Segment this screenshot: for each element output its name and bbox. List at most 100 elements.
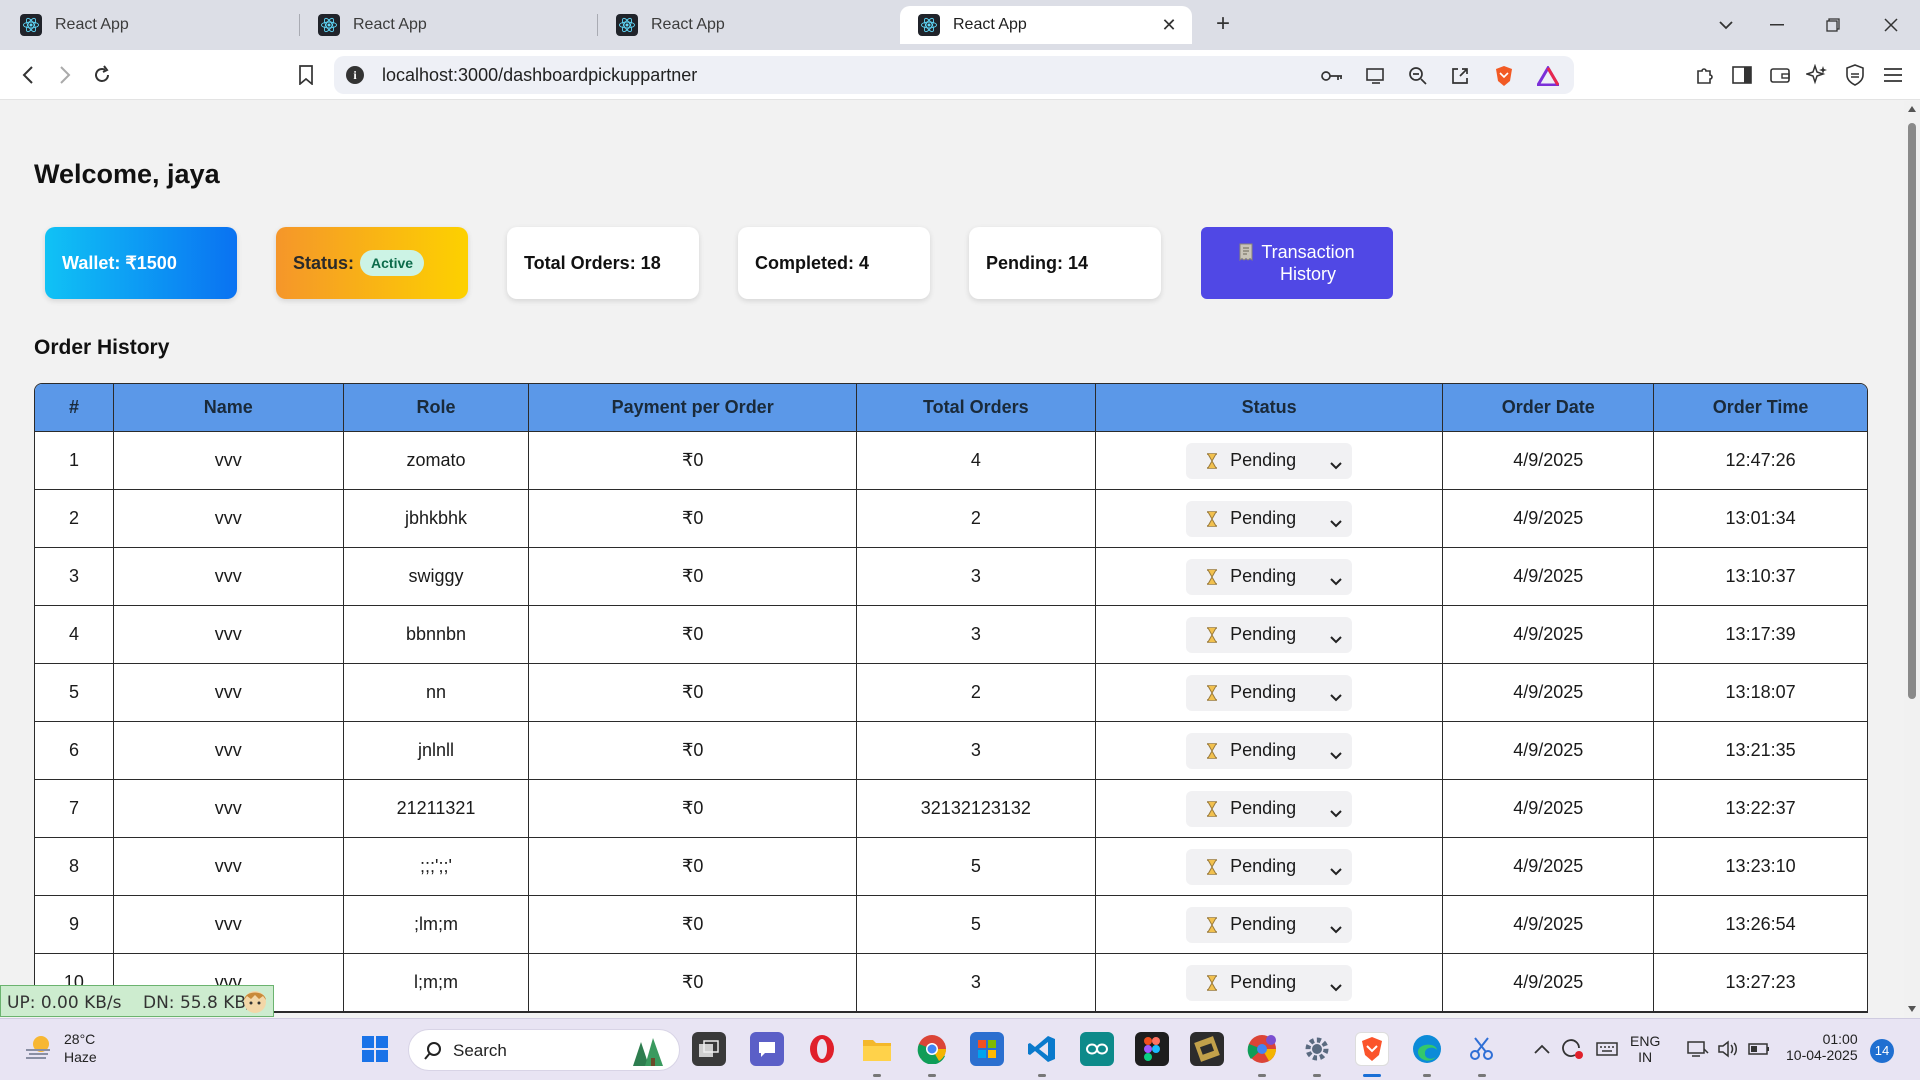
tab-title: React App — [55, 16, 129, 33]
running-indicator — [1038, 1074, 1046, 1077]
status-select[interactable]: Pending — [1186, 790, 1353, 827]
wallet-icon[interactable] — [1767, 62, 1793, 88]
cell-status: Pending — [1095, 664, 1444, 722]
cast-icon[interactable] — [1364, 64, 1388, 88]
vpn-shield-icon[interactable] — [1842, 62, 1868, 88]
volume-icon[interactable] — [1711, 1032, 1745, 1066]
close-tab-icon[interactable]: ✕ — [1158, 14, 1180, 36]
back-arrow-icon[interactable] — [12, 59, 44, 91]
file-explorer-icon[interactable] — [860, 1032, 894, 1066]
close-window-icon[interactable] — [1868, 8, 1914, 42]
figma-icon[interactable] — [1135, 1032, 1169, 1066]
status-select[interactable]: Pending — [1186, 442, 1353, 479]
cell-order-date: 4/9/2025 — [1443, 664, 1655, 722]
hourglass-icon — [1206, 742, 1220, 759]
status-card: Status: Active — [276, 227, 468, 299]
clock[interactable]: 01:00 10-04-2025 — [1786, 1031, 1858, 1063]
zoom-out-icon[interactable] — [1406, 64, 1430, 88]
cell-order-time: 13:18:07 — [1654, 664, 1867, 722]
notification-badge[interactable]: 14 — [1870, 1039, 1894, 1063]
snipping-tool-icon[interactable] — [1465, 1032, 1499, 1066]
status-select[interactable]: Pending — [1186, 848, 1353, 885]
password-key-icon[interactable] — [1320, 64, 1344, 88]
status-select[interactable]: Pending — [1186, 964, 1353, 1001]
cell-payment: ₹0 — [529, 722, 857, 780]
brave-browser-icon[interactable] — [1355, 1032, 1389, 1066]
cell-order-date: 4/9/2025 — [1443, 838, 1655, 896]
menu-hamburger-icon[interactable] — [1880, 62, 1906, 88]
scroll-up-arrow-icon[interactable] — [1907, 105, 1917, 113]
tray-chevron-up-icon[interactable] — [1525, 1032, 1559, 1066]
table-row: 2 vvv jbhkbhk ₹0 2 Pending 4/9/2025 13:01:34 — [35, 490, 1867, 548]
tab-search-chevron-icon[interactable] — [1703, 8, 1749, 42]
page-scrollbar[interactable] — [1904, 101, 1920, 1018]
cell-total-orders: 5 — [856, 838, 1096, 896]
status-select[interactable]: Pending — [1186, 906, 1353, 943]
settings-gear-icon[interactable] — [1300, 1032, 1334, 1066]
browser-tab-2[interactable]: React App — [300, 6, 596, 44]
microsoft-store-icon[interactable] — [970, 1032, 1004, 1066]
table-row: 1 vvv zomato ₹0 4 Pending 4/9/2025 12:47:26 — [35, 432, 1867, 490]
cell-name: vvv — [113, 722, 344, 780]
chrome-profile-icon[interactable] — [1245, 1032, 1279, 1066]
status-select[interactable]: Pending — [1186, 674, 1353, 711]
url-text[interactable]: localhost:3000/dashboardpickuppartner — [382, 65, 697, 86]
chrome-icon[interactable] — [915, 1032, 949, 1066]
browser-tab-4-active[interactable]: React App ✕ — [900, 6, 1192, 44]
language-indicator[interactable]: ENG IN — [1630, 1033, 1660, 1065]
share-icon[interactable] — [1448, 64, 1472, 88]
brave-rewards-icon[interactable] — [1536, 64, 1560, 88]
cell-number: 1 — [35, 432, 114, 490]
browser-tab-1[interactable]: React App — [2, 6, 298, 44]
cell-status: Pending — [1095, 548, 1444, 606]
hourglass-icon — [1206, 626, 1220, 643]
sync-icon[interactable] — [1555, 1032, 1589, 1066]
cell-payment: ₹0 — [529, 954, 857, 1012]
chevron-down-icon — [1330, 744, 1342, 765]
cell-order-date: 4/9/2025 — [1443, 606, 1655, 664]
status-select[interactable]: Pending — [1186, 558, 1353, 595]
restore-icon[interactable] — [1810, 8, 1856, 42]
cell-status: Pending — [1095, 432, 1444, 490]
scrollbar-thumb[interactable] — [1908, 123, 1916, 699]
new-tab-icon[interactable]: + — [1208, 10, 1238, 40]
bookmark-icon[interactable] — [290, 59, 322, 91]
vscode-icon[interactable] — [1025, 1032, 1059, 1066]
cell-role: ;lm;m — [343, 896, 530, 954]
cell-total-orders: 3 — [856, 954, 1096, 1012]
clock-time: 01:00 — [1822, 1031, 1858, 1047]
leo-ai-icon[interactable] — [1804, 62, 1830, 88]
status-select[interactable]: Pending — [1186, 732, 1353, 769]
task-view-icon[interactable] — [692, 1032, 726, 1066]
browser-tab-3[interactable]: React App — [598, 6, 894, 44]
edge-icon[interactable] — [1410, 1032, 1444, 1066]
keyboard-icon[interactable] — [1590, 1032, 1624, 1066]
network-icon[interactable] — [1681, 1032, 1715, 1066]
brave-shield-icon[interactable] — [1492, 64, 1516, 88]
app-launcher-icon[interactable] — [1190, 1032, 1224, 1066]
extensions-puzzle-icon[interactable] — [1692, 62, 1718, 88]
cell-payment: ₹0 — [529, 490, 857, 548]
sidebar-icon[interactable] — [1729, 62, 1755, 88]
address-bar[interactable]: i localhost:3000/dashboardpickuppartner — [334, 56, 1574, 94]
total-orders-card: Total Orders: 18 — [507, 227, 699, 299]
opera-icon[interactable] — [805, 1032, 839, 1066]
arduino-icon[interactable] — [1080, 1032, 1114, 1066]
react-favicon-icon — [318, 14, 340, 36]
completed-text: Completed: 4 — [755, 252, 870, 273]
teams-chat-icon[interactable] — [750, 1032, 784, 1066]
welcome-heading: Welcome, jaya — [34, 159, 220, 189]
site-info-icon[interactable]: i — [346, 66, 364, 84]
status-select[interactable]: Pending — [1186, 500, 1353, 537]
reload-icon[interactable] — [86, 59, 118, 91]
transaction-history-button[interactable]: Transaction History — [1201, 227, 1393, 299]
scroll-down-arrow-icon[interactable] — [1907, 1005, 1917, 1013]
status-select[interactable]: Pending — [1186, 616, 1353, 653]
forward-arrow-icon[interactable] — [49, 59, 81, 91]
minimize-icon[interactable] — [1754, 8, 1800, 42]
region-code: IN — [1638, 1049, 1653, 1065]
battery-icon[interactable] — [1742, 1032, 1776, 1066]
taskbar-search[interactable]: Search — [408, 1029, 680, 1071]
cell-total-orders: 3 — [856, 548, 1096, 606]
start-windows-icon[interactable] — [358, 1032, 392, 1066]
